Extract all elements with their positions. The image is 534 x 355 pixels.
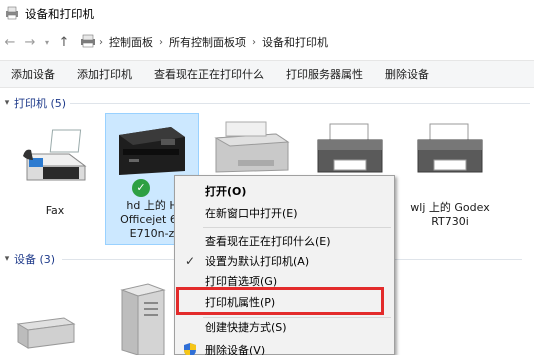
- crumb-all-items[interactable]: 所有控制面板项: [166, 34, 249, 50]
- breadcrumb[interactable]: › 控制面板 › 所有控制面板项 › 设备和打印机: [80, 31, 331, 53]
- control-panel-icon: [80, 34, 96, 51]
- up-icon[interactable]: ↑: [54, 31, 74, 53]
- default-check-icon: ✓: [132, 179, 150, 197]
- menu-item-open[interactable]: 打开(O): [175, 180, 394, 202]
- device-label-line: wlj 上的 Godex: [410, 201, 490, 214]
- group-header-printers[interactable]: ▾ 打印机 (5): [0, 93, 534, 113]
- chevron-down-icon[interactable]: ▾: [0, 254, 14, 264]
- command-toolbar: 添加设备 添加打印机 查看现在正在打印什么 打印服务器属性 删除设备: [0, 60, 534, 88]
- device-label-line: RT730i: [431, 215, 469, 228]
- group-label-devices: 设备 (3): [14, 253, 56, 266]
- drive-icon: [16, 317, 76, 349]
- chevron-down-icon[interactable]: ▾: [0, 98, 14, 108]
- menu-item-label: 打开(O): [205, 185, 247, 198]
- add-printer-button[interactable]: 添加打印机: [66, 66, 143, 82]
- menu-item-label: 设置为默认打印机(A): [205, 255, 310, 268]
- printer-icon: [405, 118, 495, 178]
- highlight-annotation-box: [176, 287, 384, 315]
- menu-item-label: 查看现在正在打印什么(E): [205, 235, 331, 248]
- devices-printers-icon: [4, 5, 20, 24]
- menu-item-open-new-window[interactable]: 在新窗口中打开(E): [175, 202, 394, 224]
- group-label-printers: 打印机 (5): [14, 97, 67, 110]
- fax-icon: [10, 120, 100, 188]
- breadcrumb-separator[interactable]: ›: [96, 37, 106, 48]
- crumb-control-panel[interactable]: 控制面板: [106, 34, 156, 50]
- device-godex[interactable]: wlj 上的 Godex RT730i: [405, 118, 495, 228]
- title-bar: 设备和打印机: [0, 0, 534, 28]
- group-divider: [70, 103, 530, 104]
- menu-item-label: 在新窗口中打开(E): [205, 207, 298, 220]
- back-icon[interactable]: ←: [0, 31, 20, 53]
- shield-icon: [183, 342, 197, 355]
- checkmark-icon: ✓: [185, 254, 196, 268]
- menu-item-remove-device[interactable]: 删除设备(V): [175, 339, 394, 355]
- crumb-devices-printers[interactable]: 设备和打印机: [259, 34, 331, 50]
- device-fax[interactable]: Fax: [10, 120, 100, 220]
- breadcrumb-separator[interactable]: ›: [156, 37, 166, 48]
- printer-icon: [205, 118, 295, 178]
- menu-separator: [203, 227, 391, 228]
- forward-icon[interactable]: →: [20, 31, 40, 53]
- print-server-properties-button[interactable]: 打印服务器属性: [275, 66, 374, 82]
- see-whats-printing-button[interactable]: 查看现在正在打印什么: [143, 66, 275, 82]
- menu-item-set-default[interactable]: ✓ 设置为默认打印机(A): [175, 250, 394, 272]
- menu-item-label: 删除设备(V): [205, 344, 266, 355]
- dropdown-history-icon[interactable]: ▾: [40, 31, 54, 53]
- device-label: Fax: [45, 204, 65, 217]
- add-device-button[interactable]: 添加设备: [0, 66, 66, 82]
- computer-tower-icon: [120, 283, 166, 355]
- window-title: 设备和打印机: [25, 7, 94, 21]
- breadcrumb-separator[interactable]: ›: [249, 37, 259, 48]
- menu-item-see-whats-printing[interactable]: 查看现在正在打印什么(E): [175, 230, 394, 252]
- menu-item-label: 创建快捷方式(S): [205, 321, 287, 334]
- remove-device-button[interactable]: 删除设备: [374, 66, 440, 82]
- device-computer[interactable]: [118, 280, 168, 355]
- context-menu: 打开(O) 在新窗口中打开(E) 查看现在正在打印什么(E) ✓ 设置为默认打印…: [174, 175, 395, 355]
- menu-item-create-shortcut[interactable]: 创建快捷方式(S): [175, 316, 394, 338]
- printer-icon: [305, 118, 395, 178]
- device-printer-4[interactable]: [305, 118, 395, 178]
- device-printer-3[interactable]: [205, 118, 295, 178]
- device-drive[interactable]: [14, 314, 76, 355]
- address-bar: ← → ▾ ↑ › 控制面板 › 所有控制面板项 › 设备和打印机: [0, 28, 534, 56]
- device-label: wlj 上的 Godex RT730i: [405, 201, 495, 229]
